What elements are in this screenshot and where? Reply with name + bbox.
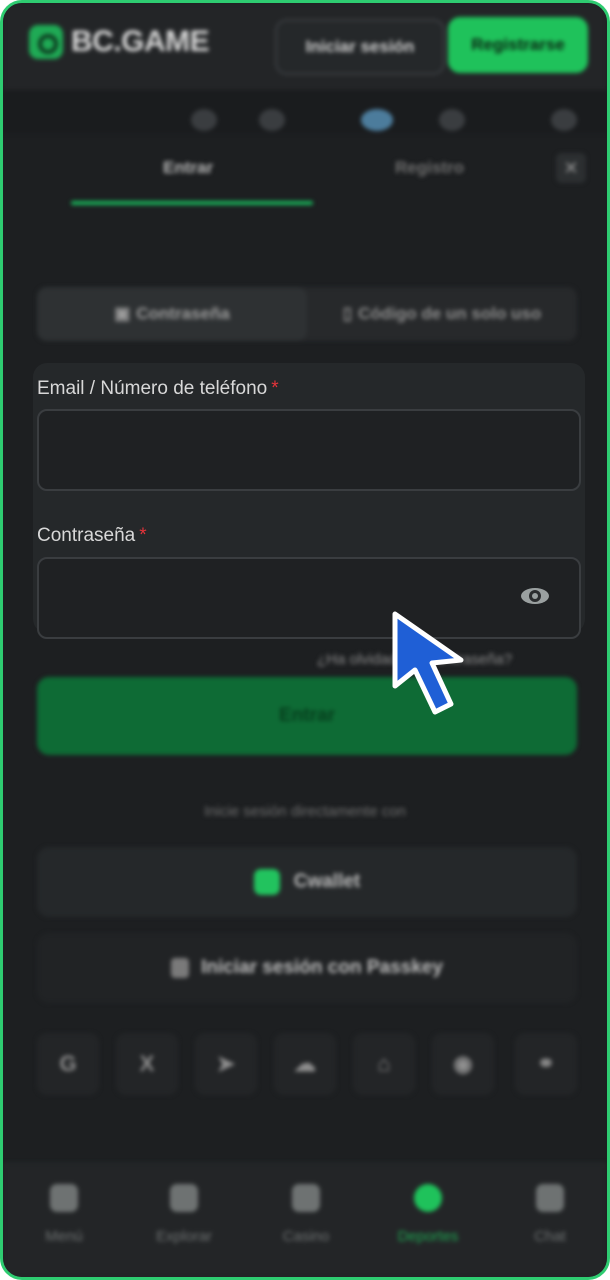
subnav-icon[interactable] [439,109,465,131]
whatsapp-icon[interactable]: ◉ [432,1033,494,1095]
cwallet-icon [253,869,280,895]
password-field[interactable] [37,557,581,639]
direct-login-text: Inicie sesión directamente con [204,803,406,820]
link-icon[interactable]: ⚭ [515,1033,577,1095]
auth-tabs: Entrar Registro ✕ [3,133,607,213]
password-label: Contraseña * [37,525,147,547]
nav-casino-label: Casino [282,1228,330,1245]
nav-explore-label: Explorar [156,1228,212,1245]
casino-icon [292,1184,320,1212]
method-password[interactable]: ▣ Contraseña [37,287,307,341]
nav-chat-label: Chat [534,1228,566,1245]
nav-chat[interactable]: Chat [495,1184,605,1245]
top-bar: BC.GAME Iniciar sesión Registrarse [3,3,607,91]
phone-icon: ▯ [342,304,353,323]
cloud-alt-icon[interactable]: ⌂ [353,1033,415,1095]
x-icon[interactable]: X [116,1033,178,1095]
eye-icon[interactable] [521,582,551,608]
nav-casino[interactable]: Casino [251,1184,361,1245]
social-login-row: G X ➤ ☁ ⌂ ◉ ⚭ [37,1033,577,1095]
nav-sports-label: Deportes [397,1228,459,1245]
method-otp-label: Código de un solo uso [358,304,542,323]
bottom-nav: Menú Explorar Casino Deportes Chat [3,1163,607,1277]
method-otp[interactable]: ▯ Código de un solo uso [307,287,577,341]
nav-explore[interactable]: Explorar [129,1184,239,1245]
pointer-cursor-icon [392,611,464,715]
nav-sports[interactable]: Deportes [373,1184,483,1245]
subnav-icon[interactable] [191,109,217,131]
required-mark: * [271,378,279,399]
logo-icon [29,25,63,59]
subnav-icon[interactable] [551,109,577,131]
lock-icon: ▣ [114,304,131,323]
login-method-selector: ▣ Contraseña ▯ Código de un solo uso [37,287,577,341]
login-button[interactable]: Iniciar sesión [275,19,445,75]
menu-icon [50,1184,78,1212]
required-mark: * [139,525,147,546]
passkey-icon [171,958,190,978]
sub-nav [3,91,607,133]
email-label-text: Email / Número de teléfono [37,378,268,399]
subnav-icon[interactable] [259,109,285,131]
email-label: Email / Número de teléfono * [37,378,279,400]
active-tab-indicator [71,201,313,205]
logo[interactable]: BC.GAME [29,25,210,59]
nav-menu[interactable]: Menú [9,1184,119,1245]
close-icon[interactable]: ✕ [556,153,586,183]
explore-icon [170,1184,198,1212]
nav-menu-label: Menú [45,1228,83,1245]
tab-register[interactable]: Registro [395,158,464,178]
method-password-label: Contraseña [136,304,230,323]
chat-icon [536,1184,564,1212]
logo-text: BC.GAME [71,25,210,58]
submit-button[interactable]: Entrar [37,677,577,755]
phone-frame: BC.GAME Iniciar sesión Registrarse Entra… [0,0,610,1280]
cwallet-button[interactable]: Cwallet [37,847,577,917]
telegram-icon[interactable]: ➤ [195,1033,257,1095]
sports-icon [414,1184,442,1212]
tab-login[interactable]: Entrar [163,158,213,178]
password-label-text: Contraseña [37,525,136,546]
cwallet-label: Cwallet [293,871,361,892]
cloud-icon[interactable]: ☁ [274,1033,336,1095]
google-icon[interactable]: G [37,1033,99,1095]
subnav-icon[interactable] [361,109,393,131]
email-field[interactable] [37,409,581,491]
register-button[interactable]: Registrarse [448,17,588,73]
passkey-button[interactable]: Iniciar sesión con Passkey [37,933,577,1003]
passkey-label: Iniciar sesión con Passkey [201,957,443,978]
